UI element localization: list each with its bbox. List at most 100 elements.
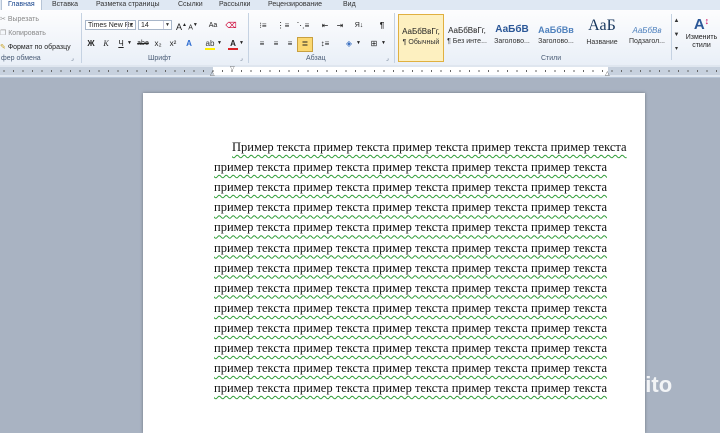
highlight-dropdown-icon[interactable]: ▼ xyxy=(217,38,222,49)
borders-dropdown-icon[interactable]: ▼ xyxy=(381,38,386,49)
strikethrough-button[interactable]: abe xyxy=(137,38,149,49)
decrease-indent-button[interactable]: ⇤ xyxy=(319,20,331,31)
clear-formatting-button[interactable]: ⌫ xyxy=(225,20,237,31)
paragraph-launcher-icon[interactable]: ⌟ xyxy=(386,55,389,62)
align-center-button[interactable]: ≡ xyxy=(270,38,282,49)
document-page[interactable]: Пример текста пример текста пример текст… xyxy=(143,93,645,433)
text-effects-icon: A xyxy=(186,39,192,48)
borders-button[interactable]: ⊞ xyxy=(368,38,380,49)
style-no-spacing[interactable]: АаБбВвГг, ¶ Без инте... xyxy=(445,14,489,60)
style-heading-1-sample: АаБбВ xyxy=(495,24,529,35)
paragraph-line[interactable]: пример текста пример текста пример текст… xyxy=(214,301,607,315)
brush-icon: ✎ xyxy=(0,44,6,51)
font-color-bar xyxy=(228,48,238,50)
font-color-button[interactable]: A xyxy=(228,38,238,50)
copy-label: Копировать xyxy=(8,30,46,37)
style-normal[interactable]: АаБбВвГг, ¶ Обычный xyxy=(398,14,444,62)
font-color-dropdown-icon[interactable]: ▼ xyxy=(239,38,244,49)
style-normal-sample: АаБбВвГг, xyxy=(402,27,440,36)
style-title-sample: АаБ xyxy=(588,17,616,34)
paragraph-line[interactable]: пример текста пример текста пример текст… xyxy=(214,220,607,234)
line-spacing-button[interactable]: ↕≡ xyxy=(318,38,332,49)
line-spacing-icon: ↕≡ xyxy=(320,39,330,48)
styles-group-label: Стили xyxy=(541,55,562,62)
paragraph-first-line[interactable]: Пример текста пример текста пример текст… xyxy=(232,140,627,154)
scroll-up-icon[interactable]: ▲ xyxy=(672,14,681,28)
paragraph-line[interactable]: пример текста пример текста пример текст… xyxy=(214,241,607,255)
paragraph-line[interactable]: пример текста пример текста пример текст… xyxy=(214,381,607,395)
style-subtitle-name: Подзагол... xyxy=(628,38,665,45)
align-left-button[interactable]: ≡ xyxy=(256,38,268,49)
scroll-down-icon[interactable]: ▼ xyxy=(672,28,681,42)
copy-icon: ❐ xyxy=(0,30,7,37)
shading-dropdown-icon[interactable]: ▼ xyxy=(356,38,361,49)
more-styles-icon[interactable]: ▾ xyxy=(672,42,681,56)
tab-review[interactable]: Рецензирование xyxy=(268,0,322,10)
bullets-button[interactable]: ⁝≡ xyxy=(256,20,270,31)
paragraph-line[interactable]: пример текста пример текста пример текст… xyxy=(214,180,607,194)
highlight-button[interactable]: ab xyxy=(204,38,216,50)
cut-button[interactable]: ✂ Вырезать xyxy=(0,15,39,23)
change-case-button[interactable]: Aa xyxy=(205,20,221,31)
font-size-value: 14 xyxy=(141,22,149,29)
show-marks-button[interactable]: ¶ xyxy=(377,20,387,31)
font-size-select[interactable]: 14 ▼ xyxy=(138,20,172,30)
tab-references-label: Ссылки xyxy=(178,1,203,8)
paragraph-line[interactable]: пример текста пример текста пример текст… xyxy=(214,341,607,355)
align-right-icon: ≡ xyxy=(287,39,293,48)
italic-icon: К xyxy=(103,39,109,48)
text-effects-button[interactable]: A xyxy=(184,38,194,49)
horizontal-ruler[interactable]: ▽ △ △ xyxy=(0,65,720,78)
superscript-button[interactable]: x² xyxy=(167,38,179,49)
numbering-button[interactable]: ⋮≡ xyxy=(276,20,290,31)
underline-dropdown-icon[interactable]: ▼ xyxy=(127,38,132,49)
tab-view[interactable]: Вид xyxy=(343,0,356,10)
sort-button[interactable]: Я↓ xyxy=(353,20,365,31)
paragraph-line[interactable]: пример текста пример текста пример текст… xyxy=(214,361,607,375)
justify-icon: ≣ xyxy=(301,39,309,48)
strikethrough-icon: abe xyxy=(137,40,149,47)
paragraph-line[interactable]: пример текста пример текста пример текст… xyxy=(214,321,607,335)
bold-button[interactable]: Ж xyxy=(86,38,96,49)
change-styles-icon: A↕ xyxy=(693,16,710,33)
grow-font-button[interactable]: A▲ xyxy=(176,20,187,32)
paragraph-line[interactable]: пример текста пример текста пример текст… xyxy=(214,200,607,214)
shrink-font-button[interactable]: A▼ xyxy=(188,20,198,31)
styles-gallery-scroll[interactable]: ▲ ▼ ▾ xyxy=(671,14,681,60)
hanging-indent-icon[interactable]: △ xyxy=(210,70,215,77)
format-painter-button[interactable]: ✎ Формат по образцу xyxy=(0,43,71,51)
change-styles-button[interactable]: A↕ Изменить стили xyxy=(683,14,720,60)
font-launcher-icon[interactable]: ⌟ xyxy=(240,55,243,62)
style-subtitle[interactable]: АаБбВв Подзагол... xyxy=(626,14,668,60)
tab-insert[interactable]: Вставка xyxy=(52,0,78,10)
tab-home[interactable]: Главная xyxy=(1,0,42,10)
tab-mailings[interactable]: Рассылки xyxy=(219,0,250,10)
underline-icon: Ч xyxy=(118,39,124,48)
paragraph-group-label: Абзац xyxy=(306,55,326,62)
copy-button[interactable]: ❐ Копировать xyxy=(0,29,46,37)
underline-button[interactable]: Ч xyxy=(116,38,126,49)
style-heading-2[interactable]: АаБбВв Заголово... xyxy=(535,14,577,60)
style-subtitle-sample: АаБбВв xyxy=(632,26,662,35)
multilevel-list-button[interactable]: ⋱≡ xyxy=(296,20,310,31)
highlight-color-bar xyxy=(205,48,215,50)
align-right-button[interactable]: ≡ xyxy=(284,38,296,49)
paragraph-line[interactable]: пример текста пример текста пример текст… xyxy=(214,281,607,295)
paragraph-line[interactable]: пример текста пример текста пример текст… xyxy=(214,160,607,174)
italic-button[interactable]: К xyxy=(101,38,111,49)
paragraph-line[interactable]: пример текста пример текста пример текст… xyxy=(214,261,607,275)
tab-insert-label: Вставка xyxy=(52,1,79,8)
first-line-indent-icon[interactable]: ▽ xyxy=(230,65,235,72)
clipboard-launcher-icon[interactable]: ⌟ xyxy=(71,55,74,62)
subscript-button[interactable]: x₂ xyxy=(152,38,164,49)
style-title[interactable]: АаБ Название xyxy=(580,14,624,60)
tab-references[interactable]: Ссылки xyxy=(178,0,203,10)
right-indent-icon[interactable]: △ xyxy=(605,70,610,77)
shading-button[interactable]: ◈ xyxy=(343,38,355,49)
justify-button[interactable]: ≣ xyxy=(297,37,313,52)
tab-page-layout[interactable]: Разметка страницы xyxy=(96,0,160,10)
borders-icon: ⊞ xyxy=(370,39,378,48)
style-heading-1[interactable]: АаБбВ Заголово... xyxy=(492,14,532,60)
font-name-select[interactable]: Times New Rc ▼ xyxy=(85,20,136,30)
increase-indent-button[interactable]: ⇥ xyxy=(334,20,346,31)
